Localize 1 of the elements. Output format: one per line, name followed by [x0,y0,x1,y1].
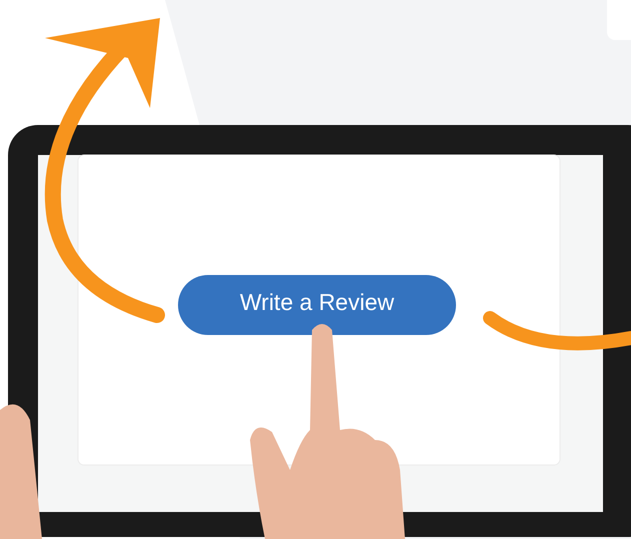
write-review-button[interactable]: Write a Review [178,275,456,335]
